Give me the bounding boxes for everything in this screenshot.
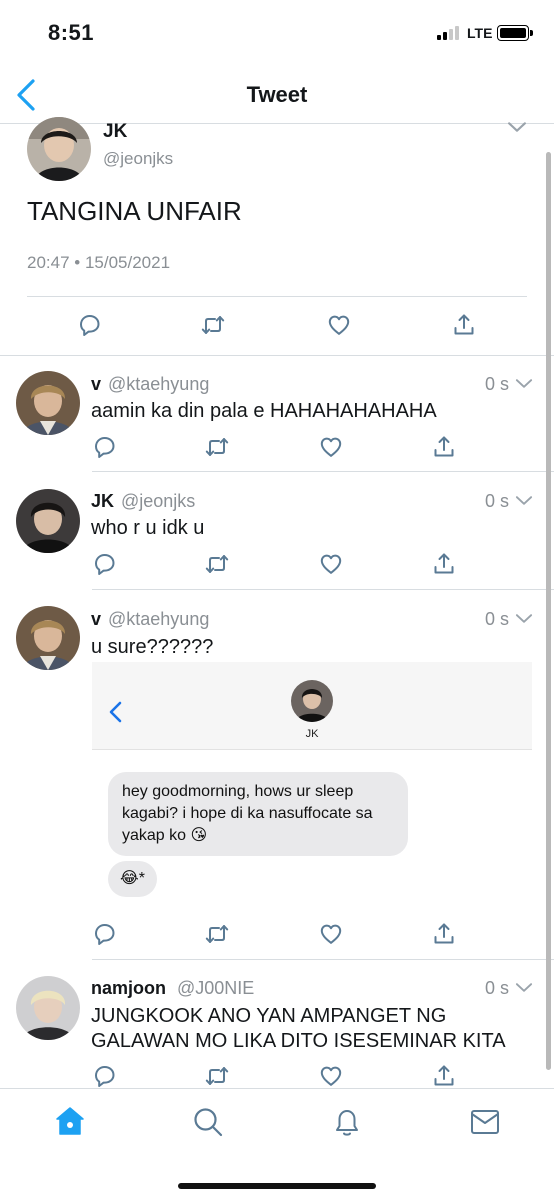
avatar[interactable] — [16, 606, 80, 670]
author-name[interactable]: JK — [103, 121, 127, 143]
reply-text: who r u idk u — [91, 517, 205, 539]
reply-options-chevron-down-icon[interactable] — [515, 378, 533, 389]
avatar[interactable] — [16, 976, 80, 1040]
reply-text: JUNGKOOK ANO YAN AMPANGET NG GALAWAN MO … — [91, 1005, 506, 1052]
reply-time: 0 s — [485, 374, 510, 394]
reply-author-handle[interactable]: @ktaehyung — [108, 374, 209, 395]
messages-icon[interactable] — [469, 1107, 501, 1137]
share-icon[interactable] — [451, 312, 477, 338]
network-type: LTE — [467, 25, 493, 41]
reply-icon[interactable] — [92, 1063, 118, 1089]
divider — [0, 355, 554, 356]
retweet-icon[interactable] — [204, 1063, 230, 1089]
reply-time: 0 s — [485, 609, 510, 629]
divider — [92, 589, 554, 590]
divider — [27, 296, 527, 297]
author-handle[interactable]: @jeonjks — [103, 149, 173, 169]
status-time: 8:51 — [48, 20, 95, 45]
reply-text: u sure?????? — [91, 636, 214, 658]
embedded-contact-name: JK — [305, 728, 319, 740]
like-icon[interactable] — [318, 434, 344, 460]
share-icon[interactable] — [431, 551, 457, 577]
tweet-timestamp: 20:47 • 15/05/2021 — [27, 253, 171, 272]
home-icon[interactable] — [54, 1105, 86, 1137]
battery-icon — [497, 25, 533, 41]
like-icon[interactable] — [326, 312, 352, 338]
reply-author-name[interactable]: JK — [91, 491, 114, 512]
reply-author-name[interactable]: namjoon — [91, 978, 166, 999]
share-icon[interactable] — [431, 921, 457, 947]
reply-icon[interactable] — [92, 551, 118, 577]
reply-options-chevron-down-icon[interactable] — [515, 495, 533, 506]
scrollbar[interactable] — [546, 152, 551, 1070]
navigation-header: Tweet — [0, 66, 554, 124]
embedded-chevron-left-icon — [108, 700, 124, 724]
reply-time: 0 s — [485, 978, 510, 998]
retweet-icon[interactable] — [204, 434, 230, 460]
reply-icon[interactable] — [77, 312, 103, 338]
reply-author-handle[interactable]: @ktaehyung — [108, 609, 209, 630]
attached-image[interactable]: JK hey goodmorning, hows ur sleep kagabi… — [92, 662, 532, 912]
notifications-icon[interactable] — [331, 1106, 363, 1138]
tweet-options-chevron-down-icon[interactable] — [507, 121, 527, 133]
reply-options-chevron-down-icon[interactable] — [515, 613, 533, 624]
signal-strength-icon — [437, 26, 463, 40]
embedded-contact-avatar — [291, 680, 333, 722]
reply-author-name[interactable]: v — [91, 609, 101, 630]
reply-author-name[interactable]: v — [91, 374, 101, 395]
share-icon[interactable] — [431, 1063, 457, 1089]
home-indicator[interactable] — [178, 1183, 376, 1189]
page-title: Tweet — [246, 82, 308, 107]
share-icon[interactable] — [431, 434, 457, 460]
message-bubble: hey goodmorning, hows ur sleep kagabi? i… — [108, 772, 408, 856]
retweet-icon[interactable] — [204, 551, 230, 577]
reply-icon[interactable] — [92, 921, 118, 947]
avatar[interactable] — [27, 117, 91, 181]
reply-author-handle[interactable]: @jeonjks — [121, 491, 195, 512]
reply-time: 0 s — [485, 491, 510, 511]
tweet-text: TANGINA UNFAIR — [27, 196, 242, 226]
retweet-icon[interactable] — [204, 921, 230, 947]
search-icon[interactable] — [192, 1106, 224, 1138]
reply-text: aamin ka din pala e HAHAHAHAHAHA — [91, 400, 437, 422]
avatar[interactable] — [16, 371, 80, 435]
embedded-chat-header: JK — [92, 662, 532, 750]
reply-icon[interactable] — [92, 434, 118, 460]
like-icon[interactable] — [318, 1063, 344, 1089]
like-icon[interactable] — [318, 921, 344, 947]
like-icon[interactable] — [318, 551, 344, 577]
status-bar: 8:51 LTE — [0, 0, 554, 66]
message-bubble: 😂* — [108, 861, 157, 897]
retweet-icon[interactable] — [200, 312, 226, 338]
divider — [92, 471, 554, 472]
reply-options-chevron-down-icon[interactable] — [515, 982, 533, 993]
reply-author-handle[interactable]: @J00NIE — [177, 978, 254, 999]
avatar[interactable] — [16, 489, 80, 553]
divider — [92, 959, 554, 960]
